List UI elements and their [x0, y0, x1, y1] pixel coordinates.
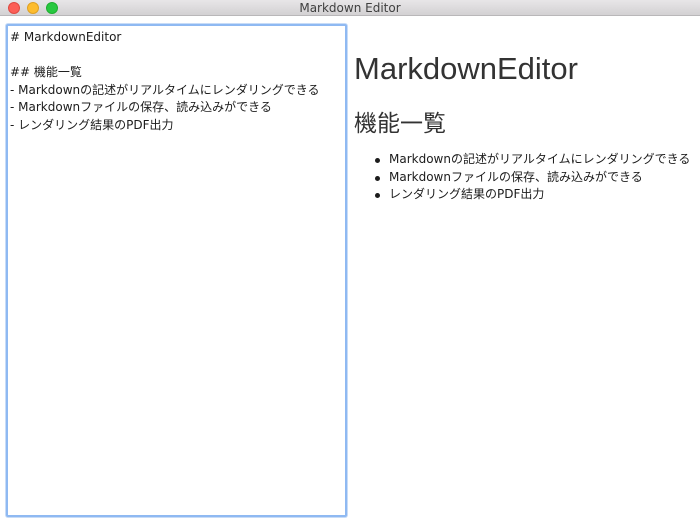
- list-item-text: レンダリング結果のPDF出力: [389, 187, 545, 201]
- title-bar[interactable]: Markdown Editor: [0, 0, 700, 16]
- editor-line: - Markdownの記述がリアルタイムにレンダリングできる: [10, 82, 320, 97]
- bullet-icon: [375, 175, 380, 181]
- editor-line: - Markdownファイルの保存、読み込みができる: [10, 100, 272, 114]
- preview-heading-2: 機能一覧: [354, 111, 446, 137]
- list-item: Markdownの記述がリアルタイムにレンダリングできる: [372, 151, 694, 169]
- markdown-preview: MarkdownEditor 機能一覧 Markdownの記述がリアルタイムにレ…: [354, 24, 694, 517]
- bullet-icon: [375, 158, 380, 163]
- list-item: Markdownファイルの保存、読み込みができる: [372, 169, 694, 187]
- app-window: Markdown Editor # MarkdownEditor ## 機能一覧…: [0, 0, 700, 524]
- preview-heading-1: MarkdownEditor: [354, 51, 578, 86]
- list-item-text: Markdownの記述がリアルタイムにレンダリングできる: [389, 152, 691, 166]
- editor-line: ## 機能一覧: [10, 65, 82, 79]
- preview-feature-list: Markdownの記述がリアルタイムにレンダリングできる Markdownファイ…: [354, 151, 694, 204]
- list-item-text: Markdownファイルの保存、読み込みができる: [389, 169, 643, 184]
- bullet-icon: [375, 193, 380, 198]
- markdown-editor-textarea[interactable]: # MarkdownEditor ## 機能一覧 - Markdownの記述がリ…: [6, 24, 347, 517]
- editor-line: # MarkdownEditor: [10, 30, 122, 44]
- list-item: レンダリング結果のPDF出力: [372, 186, 694, 204]
- editor-line: - レンダリング結果のPDF出力: [10, 117, 174, 132]
- window-title: Markdown Editor: [299, 1, 401, 15]
